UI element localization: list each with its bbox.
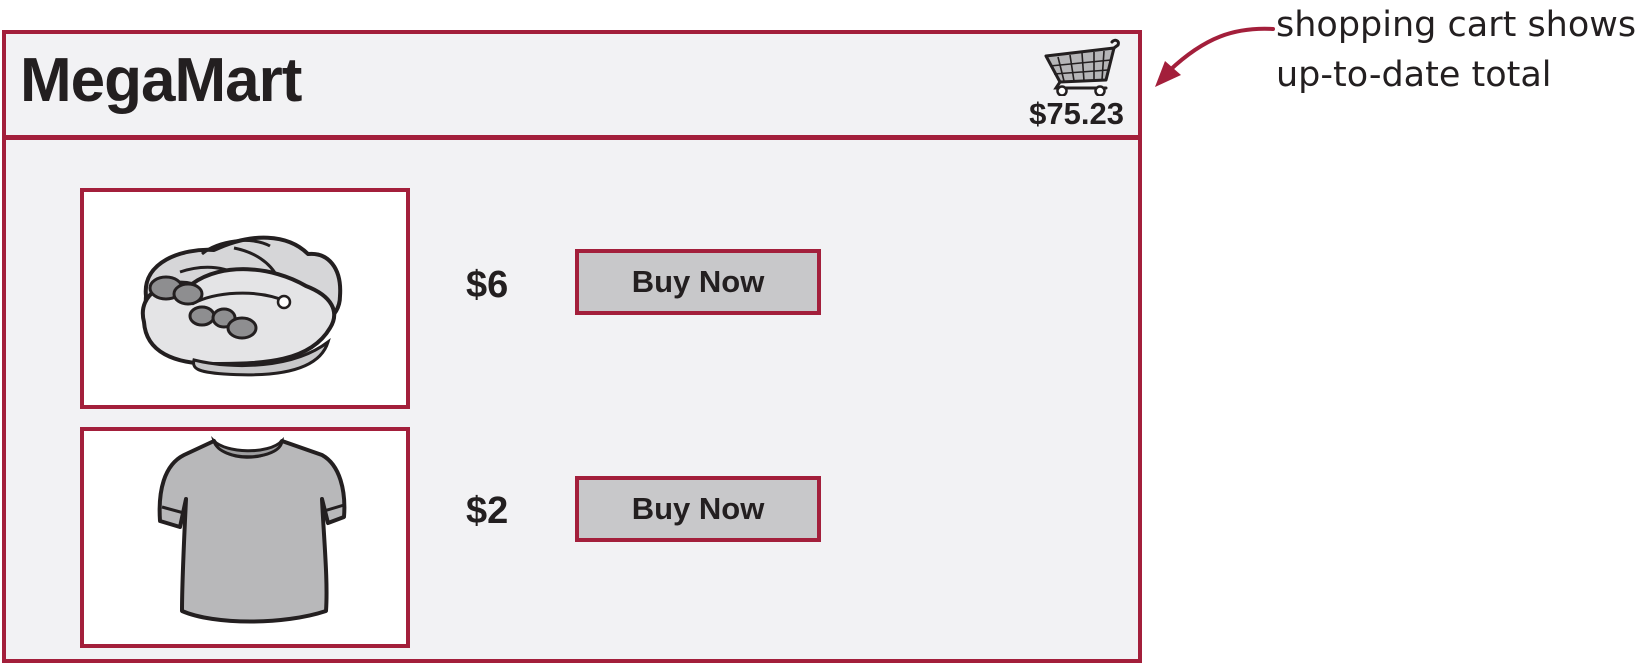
cart-total: $75.23 xyxy=(1029,96,1124,131)
store-logo: MegaMart xyxy=(20,46,302,115)
buy-now-button-shoes[interactable]: Buy Now xyxy=(575,249,821,315)
buy-now-button-tshirt[interactable]: Buy Now xyxy=(575,476,821,542)
store-header: MegaMart $75.23 xyxy=(6,34,1138,140)
tshirt-icon xyxy=(157,435,347,624)
annotation-arrow-icon xyxy=(1155,26,1275,87)
product-image-tshirt[interactable] xyxy=(80,427,410,648)
shoes-icon xyxy=(140,235,343,377)
product-price-tshirt: $2 xyxy=(466,490,509,532)
product-price-shoes: $6 xyxy=(466,264,509,306)
annotation-note: shopping cart shows up-to-date total xyxy=(1276,0,1636,100)
annotation-line: shopping cart shows xyxy=(1276,5,1637,45)
shopping-cart-icon[interactable] xyxy=(1040,36,1120,97)
product-image-shoes[interactable] xyxy=(80,188,410,409)
annotation-line: up-to-date total xyxy=(1276,55,1552,95)
store-window: MegaMart $75.23 $6 Buy Now $2 Buy Now xyxy=(2,30,1142,663)
